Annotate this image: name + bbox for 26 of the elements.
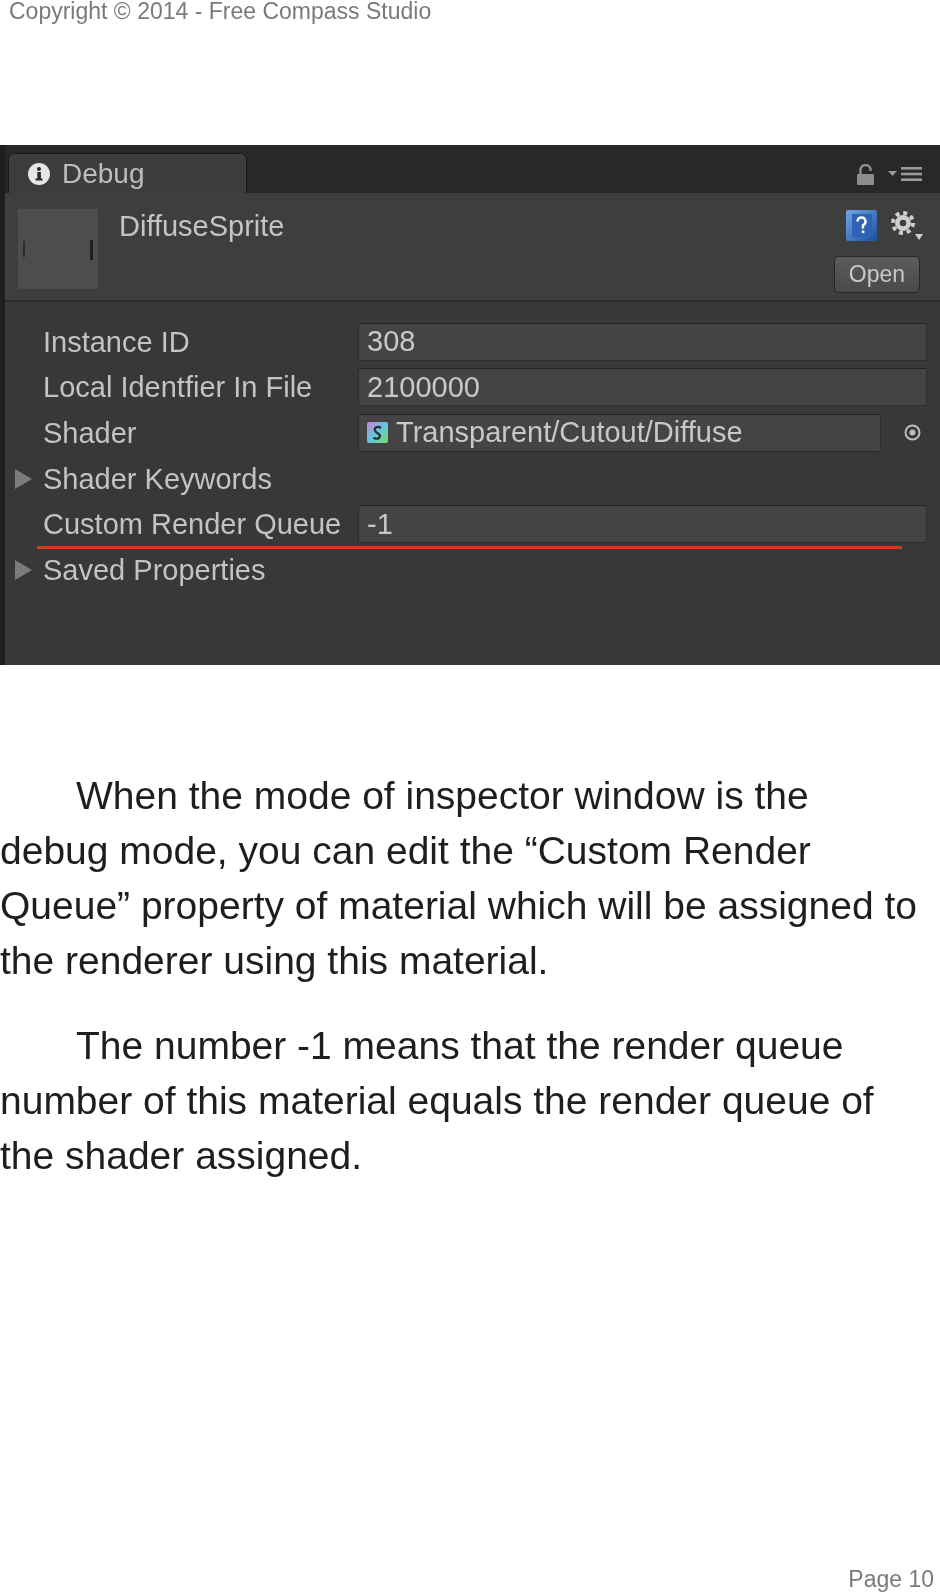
- open-button[interactable]: Open: [834, 256, 920, 293]
- shader-icon: [367, 422, 388, 444]
- asset-name: DiffuseSprite: [119, 209, 285, 243]
- input-field[interactable]: -1: [358, 505, 927, 544]
- foldout-triangle-icon[interactable]: [15, 559, 32, 580]
- gear-icon[interactable]: [891, 210, 923, 241]
- help-icon[interactable]: [846, 210, 877, 241]
- foldout-label[interactable]: Saved Properties: [43, 552, 266, 587]
- foldout-triangle-icon[interactable]: [15, 468, 32, 489]
- body-paragraph: When the mode of inspector window is the debug mode, you can edit the “Custom Render Queue” property of material which will be assigned to the renderer using this material.: [0, 773, 918, 984]
- input-field[interactable]: 308: [358, 322, 927, 361]
- object-field[interactable]: Transparent/Cutout/Diffuse: [358, 414, 881, 452]
- foldout-label[interactable]: Shader Keywords: [43, 461, 272, 496]
- property-label: Shader: [43, 416, 137, 450]
- inspector-tab[interactable]: Debug: [8, 153, 247, 193]
- input-field[interactable]: 2100000: [358, 368, 927, 407]
- property-label: Local Identfier In File: [43, 370, 313, 405]
- property-label: Instance ID: [43, 324, 190, 359]
- object-picker-icon[interactable]: [904, 424, 921, 442]
- menu-icon[interactable]: [888, 167, 922, 181]
- property-label: Custom Render Queue: [43, 507, 342, 542]
- lock-icon[interactable]: [857, 163, 874, 185]
- page-number: Page 10: [848, 1568, 934, 1591]
- copyright-text: Copyright © 2014 - Free Compass Studio: [9, 0, 432, 23]
- body-paragraph: The number -1 means that the render queue number of this material equals the render queue of the shader assigned.: [0, 1023, 875, 1179]
- info-icon: [28, 162, 50, 185]
